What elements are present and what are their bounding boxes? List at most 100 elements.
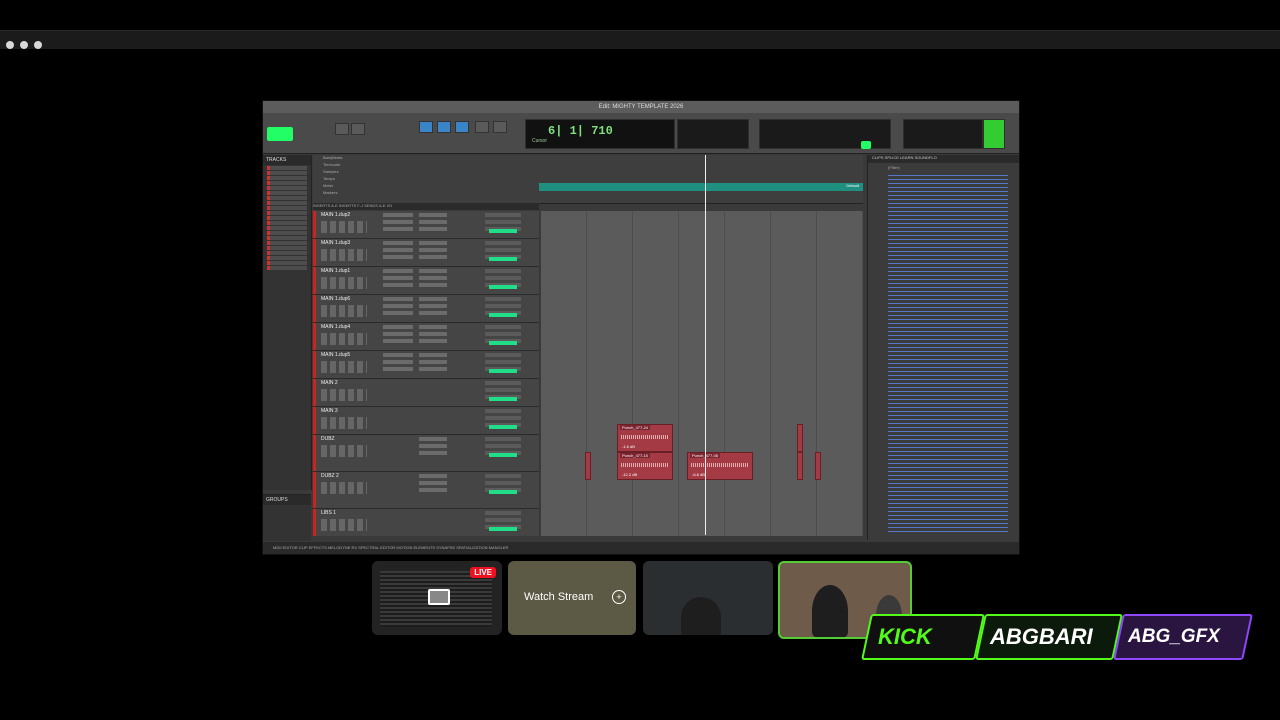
io-selector[interactable] xyxy=(485,409,521,429)
track-row[interactable]: MAIN 3 xyxy=(313,407,539,435)
zoom-dot[interactable] xyxy=(34,41,42,49)
audio-clip[interactable] xyxy=(585,452,591,480)
track-buttons[interactable] xyxy=(321,445,367,457)
track-name[interactable]: DUBZ xyxy=(321,436,335,442)
list-item[interactable] xyxy=(267,166,307,170)
io-selector[interactable] xyxy=(485,381,521,401)
mode-button[interactable] xyxy=(267,127,293,141)
list-item[interactable] xyxy=(267,176,307,180)
marker-lane[interactable]: Default xyxy=(539,183,863,191)
grid-nudge-box[interactable] xyxy=(677,119,749,149)
io-selector[interactable] xyxy=(485,297,521,317)
insert-slots[interactable] xyxy=(383,213,413,233)
playhead-cursor[interactable] xyxy=(705,155,706,535)
minimize-dot[interactable] xyxy=(20,41,28,49)
audio-clip[interactable] xyxy=(797,452,803,480)
list-item[interactable] xyxy=(267,181,307,185)
track-name[interactable]: DUBZ 2 xyxy=(321,473,339,479)
bottom-tab-bar[interactable]: MIDI EDITOR CLIP EFFECTS MELODYNE RX SPE… xyxy=(263,542,1019,554)
io-selector[interactable] xyxy=(485,213,521,233)
track-buttons[interactable] xyxy=(321,519,367,531)
io-selector[interactable] xyxy=(485,511,521,531)
list-item[interactable] xyxy=(267,231,307,235)
track-row[interactable]: MAIN 1.dup2 xyxy=(313,211,539,239)
track-row[interactable]: MAIN 1.dup5 xyxy=(313,351,539,379)
io-selector[interactable] xyxy=(485,437,521,457)
track-buttons[interactable] xyxy=(321,333,367,345)
track-buttons[interactable] xyxy=(321,221,367,233)
selector-tool-icon[interactable] xyxy=(437,121,451,133)
list-item[interactable] xyxy=(267,266,307,270)
insert-slots[interactable] xyxy=(383,269,413,289)
track-name[interactable]: MAIN 1.dup6 xyxy=(321,296,350,302)
close-dot[interactable] xyxy=(6,41,14,49)
list-item[interactable] xyxy=(267,211,307,215)
webcam-tile[interactable] xyxy=(643,561,773,635)
track-row[interactable]: MAIN 1.dup4 xyxy=(313,323,539,351)
track-buttons[interactable] xyxy=(321,482,367,494)
insert-slots-2[interactable] xyxy=(419,437,447,457)
track-buttons[interactable] xyxy=(321,305,367,317)
audio-clip[interactable] xyxy=(815,452,821,480)
clips-list[interactable] xyxy=(888,175,1008,535)
list-item[interactable] xyxy=(267,226,307,230)
ruler-label[interactable]: Bars|Beats xyxy=(313,155,863,162)
list-item[interactable] xyxy=(267,221,307,225)
list-item[interactable] xyxy=(267,191,307,195)
insert-slots-2[interactable] xyxy=(419,325,447,345)
list-item[interactable] xyxy=(267,171,307,175)
track-name[interactable]: MAIN 1.dup3 xyxy=(321,240,350,246)
insert-slots-2[interactable] xyxy=(419,213,447,233)
track-row[interactable]: MAIN 1.dup3 xyxy=(313,239,539,267)
insert-slots[interactable] xyxy=(383,297,413,317)
track-row[interactable]: MAIN 2 xyxy=(313,379,539,407)
zoom-out-button[interactable] xyxy=(335,123,349,135)
track-buttons[interactable] xyxy=(321,417,367,429)
track-row[interactable]: LIBS 1 xyxy=(313,509,539,536)
ruler-label[interactable]: Tempo xyxy=(313,176,863,183)
track-name[interactable]: MAIN 1.dup5 xyxy=(321,352,350,358)
main-counter[interactable]: 6| 1| 710 Cursor xyxy=(525,119,675,149)
track-name[interactable]: MAIN 1.dup1 xyxy=(321,268,350,274)
scrubber-tool-icon[interactable] xyxy=(475,121,489,133)
ruler-label[interactable]: Samples xyxy=(313,169,863,176)
clips-panel-tabs[interactable]: CLIPS SPLICE LEARN SOUNDFLO xyxy=(868,155,1019,163)
watch-stream-tile[interactable]: Watch Stream + xyxy=(508,561,636,635)
screen-share-tile[interactable]: LIVE xyxy=(372,561,502,635)
track-buttons[interactable] xyxy=(321,249,367,261)
list-item[interactable] xyxy=(267,216,307,220)
insert-slots-2[interactable] xyxy=(419,297,447,317)
insert-slots[interactable] xyxy=(383,325,413,345)
track-buttons[interactable] xyxy=(321,389,367,401)
track-name[interactable]: MAIN 3 xyxy=(321,408,338,414)
io-selector[interactable] xyxy=(485,269,521,289)
track-row[interactable]: DUBZ 2 xyxy=(313,472,539,509)
audio-clip[interactable] xyxy=(797,424,803,452)
list-item[interactable] xyxy=(267,246,307,250)
clips-filter[interactable]: (Filter) xyxy=(868,163,1019,172)
list-item[interactable] xyxy=(267,196,307,200)
ruler-label[interactable]: Timecode xyxy=(313,162,863,169)
track-buttons[interactable] xyxy=(321,277,367,289)
insert-slots-2[interactable] xyxy=(419,474,447,494)
list-item[interactable] xyxy=(267,201,307,205)
list-item[interactable] xyxy=(267,261,307,265)
list-item[interactable] xyxy=(267,236,307,240)
record-enable-button[interactable] xyxy=(861,141,871,149)
zoom-in-button[interactable] xyxy=(351,123,365,135)
insert-slots-2[interactable] xyxy=(419,241,447,261)
track-row[interactable]: MAIN 1.dup6 xyxy=(313,295,539,323)
io-selector[interactable] xyxy=(485,353,521,373)
audio-clip[interactable]: Punch_477-24 -1.6 dB xyxy=(617,424,673,452)
list-item[interactable] xyxy=(267,206,307,210)
audio-clip[interactable]: Punch_477-10 -12.2 dB xyxy=(617,452,673,480)
audio-clip[interactable]: Punch_477-05-6.8 dB xyxy=(687,452,753,480)
list-item[interactable] xyxy=(267,186,307,190)
track-buttons[interactable] xyxy=(321,361,367,373)
grabber-tool-icon[interactable] xyxy=(455,121,469,133)
ruler-label[interactable]: Markers xyxy=(313,190,863,197)
track-name[interactable]: MAIN 1.dup2 xyxy=(321,212,350,218)
io-selector[interactable] xyxy=(485,474,521,494)
insert-slots-2[interactable] xyxy=(419,353,447,373)
list-item[interactable] xyxy=(267,241,307,245)
